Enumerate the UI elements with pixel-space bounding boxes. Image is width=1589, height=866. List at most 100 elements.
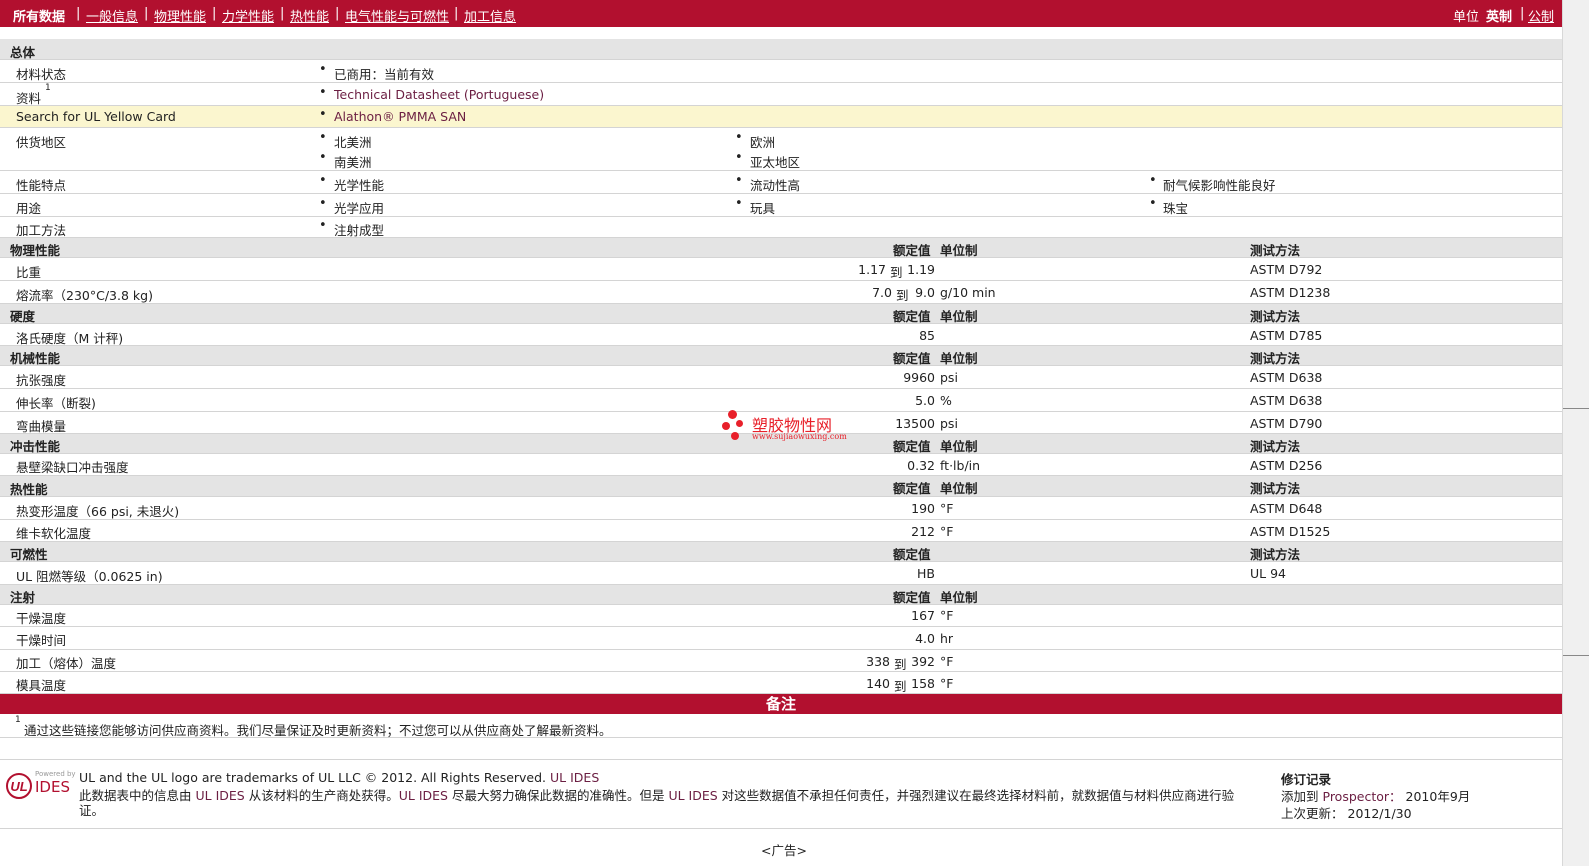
header-nominal: 额定值 (893, 481, 931, 496)
bullet-icon: • (735, 173, 743, 188)
unit: °F (940, 676, 954, 691)
row-label: 加工方法 (16, 223, 67, 238)
header-nominal: 额定值 (893, 590, 931, 605)
test-method: ASTM D785 (1250, 328, 1323, 343)
scrollbar-tick (1563, 655, 1589, 656)
bullet-icon: • (735, 130, 743, 145)
ul-ides-link[interactable]: UL IDES (668, 788, 717, 803)
row-rockwell: 洛氏硬度（M 计秤) 85 ASTM D785 (0, 324, 1562, 346)
ul-ides-link[interactable]: UL IDES (399, 788, 448, 803)
nav-separator: | (144, 6, 149, 21)
nav-tab-electrical[interactable]: 电气性能与可燃性 (345, 6, 449, 25)
range-to: 到 (894, 657, 907, 672)
watermark-dot (722, 422, 730, 430)
ul-ides-link[interactable]: UL IDES (196, 788, 245, 803)
section-hardness: 硬度 额定值 单位制 测试方法 (0, 304, 1562, 324)
value: 5.0 (915, 393, 935, 408)
list-item: 玩具 (750, 201, 776, 216)
value: 190 (911, 501, 935, 516)
bullet-icon: • (319, 150, 327, 165)
header-nominal: 额定值 (893, 439, 931, 454)
unit-metric[interactable]: 公制 (1528, 6, 1554, 25)
value-min: 1.17 (858, 262, 886, 277)
value-min: 7.0 (872, 285, 892, 300)
section-title: 机械性能 (10, 351, 61, 366)
value: 4.0 (915, 631, 935, 646)
nav-tab-processing[interactable]: 加工信息 (464, 6, 516, 25)
updated-label: 上次更新： (1281, 806, 1344, 821)
vertical-scrollbar[interactable] (1562, 0, 1589, 866)
value: 9960 (903, 370, 935, 385)
bullet-icon: • (1149, 196, 1157, 211)
value-min: 140 (866, 676, 890, 691)
scrollbar-tick (1563, 408, 1589, 409)
section-flammability: 可燃性 额定值 测试方法 (0, 542, 1562, 562)
header-method: 测试方法 (1250, 309, 1301, 324)
header-unit: 单位制 (940, 481, 978, 496)
header-method: 测试方法 (1250, 243, 1301, 258)
unit: hr (940, 631, 954, 646)
row-mold-temp: 模具温度 140 到 158 °F (0, 672, 1562, 694)
nav-tab-thermal[interactable]: 热性能 (290, 6, 329, 25)
section-title: 热性能 (10, 482, 48, 497)
row-label: 洛氏硬度（M 计秤) (16, 331, 124, 346)
value: 0.32 (907, 458, 935, 473)
row-melt-flow: 熔流率（230°C/3.8 kg) 7.0 到 9.0 g/10 min AST… (0, 281, 1562, 304)
header-method: 测试方法 (1250, 481, 1301, 496)
list-item: 光学性能 (334, 178, 385, 193)
row-supply-region: 供货地区 • 北美洲 • 欧洲 • 南美洲 • 亚太地区 (0, 128, 1562, 171)
header-unit: 单位制 (940, 590, 978, 605)
section-title: 冲击性能 (10, 439, 61, 454)
row-label: 材料状态 (16, 67, 67, 82)
updated-date: 2012/1/30 (1347, 806, 1412, 821)
header-method: 测试方法 (1250, 547, 1301, 562)
row-uses: 用途 • 光学应用 • 玩具 • 珠宝 (0, 194, 1562, 217)
list-item: 欧洲 (750, 135, 776, 150)
notes-row: 1 通过这些链接您能够访问供应商资料。我们尽量保证及时更新资料；不过您可以从供应… (0, 715, 1562, 738)
bullet-icon: • (1149, 173, 1157, 188)
header-nominal: 额定值 (893, 351, 931, 366)
row-label: 模具温度 (16, 678, 67, 693)
value-max: 9.0 (915, 285, 935, 300)
nav-separator: | (1520, 6, 1525, 21)
header-unit: 单位制 (940, 309, 978, 324)
ul-ides-link[interactable]: UL IDES (550, 770, 599, 785)
nav-tab-mechanical[interactable]: 力学性能 (222, 6, 274, 25)
unit-label: 单位 (1453, 10, 1480, 25)
watermark-dot (728, 410, 737, 419)
watermark-dot (731, 432, 739, 440)
section-physical: 物理性能 额定值 单位制 测试方法 (0, 238, 1562, 258)
test-method: ASTM D256 (1250, 458, 1323, 473)
bullet-icon: • (319, 173, 327, 188)
nav-tab-physical[interactable]: 物理性能 (154, 6, 206, 25)
footer-line-3: 证。 (79, 803, 105, 818)
nav-tab-general[interactable]: 一般信息 (86, 6, 138, 25)
bullet-icon: • (319, 85, 327, 100)
disclaimer-text: 尽最大努力确保此数据的准确性。但是 (451, 788, 665, 803)
value-max: 392 (911, 654, 935, 669)
bullet-icon: • (735, 196, 743, 211)
bullet-icon: • (319, 130, 327, 145)
row-dry-time: 干燥时间 4.0 hr (0, 627, 1562, 650)
value-max: 158 (911, 676, 935, 691)
row-ul94: UL 阻燃等级（0.0625 in) HB UL 94 (0, 562, 1562, 585)
header-unit: 单位制 (940, 351, 978, 366)
nav-all-data[interactable]: 所有数据 (13, 6, 65, 25)
footnote-marker: 1 (15, 715, 21, 725)
range-to: 到 (894, 679, 907, 694)
added-label: 添加到 (1281, 789, 1319, 804)
row-label: 熔流率（230°C/3.8 kg) (16, 288, 153, 303)
unit-english[interactable]: 英制 (1486, 6, 1512, 25)
powered-by: Powered by (35, 770, 76, 778)
bullet-icon: • (319, 107, 327, 122)
section-title: 注射 (10, 590, 36, 605)
section-title: 可燃性 (10, 547, 48, 562)
test-method: ASTM D638 (1250, 393, 1323, 408)
list-item: 耐气候影响性能良好 (1163, 178, 1276, 193)
literature-link[interactable]: Technical Datasheet (Portuguese) (334, 87, 544, 102)
test-method: ASTM D648 (1250, 501, 1323, 516)
ul-yellow-card-link[interactable]: Alathon® PMMA SAN (334, 109, 466, 124)
header-method: 测试方法 (1250, 351, 1301, 366)
unit: ft·lb/in (940, 458, 981, 473)
prospector-link[interactable]: Prospector： (1323, 789, 1402, 804)
